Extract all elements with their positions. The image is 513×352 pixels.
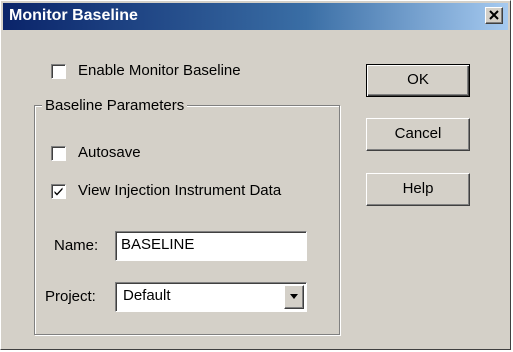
ok-button[interactable]: OK bbox=[366, 64, 470, 97]
view-injection-checkbox[interactable] bbox=[51, 184, 66, 199]
monitor-baseline-dialog: Monitor Baseline Enable Monitor Baseline… bbox=[0, 0, 511, 350]
project-label: Project: bbox=[45, 288, 96, 305]
enable-monitor-baseline-label[interactable]: Enable Monitor Baseline bbox=[78, 62, 241, 79]
cancel-button[interactable]: Cancel bbox=[366, 118, 470, 151]
enable-monitor-baseline-checkbox[interactable] bbox=[51, 64, 66, 79]
help-button[interactable]: Help bbox=[366, 173, 470, 206]
close-icon bbox=[489, 10, 499, 20]
name-input[interactable]: BASELINE bbox=[115, 231, 307, 261]
project-dropdown-button[interactable] bbox=[284, 285, 304, 309]
close-button[interactable] bbox=[485, 7, 503, 24]
view-injection-label[interactable]: View Injection Instrument Data bbox=[78, 182, 281, 199]
project-selected-value: Default bbox=[123, 287, 171, 304]
autosave-checkbox[interactable] bbox=[51, 146, 66, 161]
window-title: Monitor Baseline bbox=[9, 7, 138, 24]
chevron-down-icon bbox=[290, 294, 298, 299]
name-label: Name: bbox=[54, 237, 99, 254]
autosave-label[interactable]: Autosave bbox=[78, 144, 141, 161]
project-select[interactable]: Default bbox=[115, 282, 307, 312]
title-bar[interactable]: Monitor Baseline bbox=[3, 3, 508, 30]
checkmark-icon bbox=[54, 187, 63, 196]
baseline-parameters-legend: Baseline Parameters bbox=[42, 97, 188, 114]
